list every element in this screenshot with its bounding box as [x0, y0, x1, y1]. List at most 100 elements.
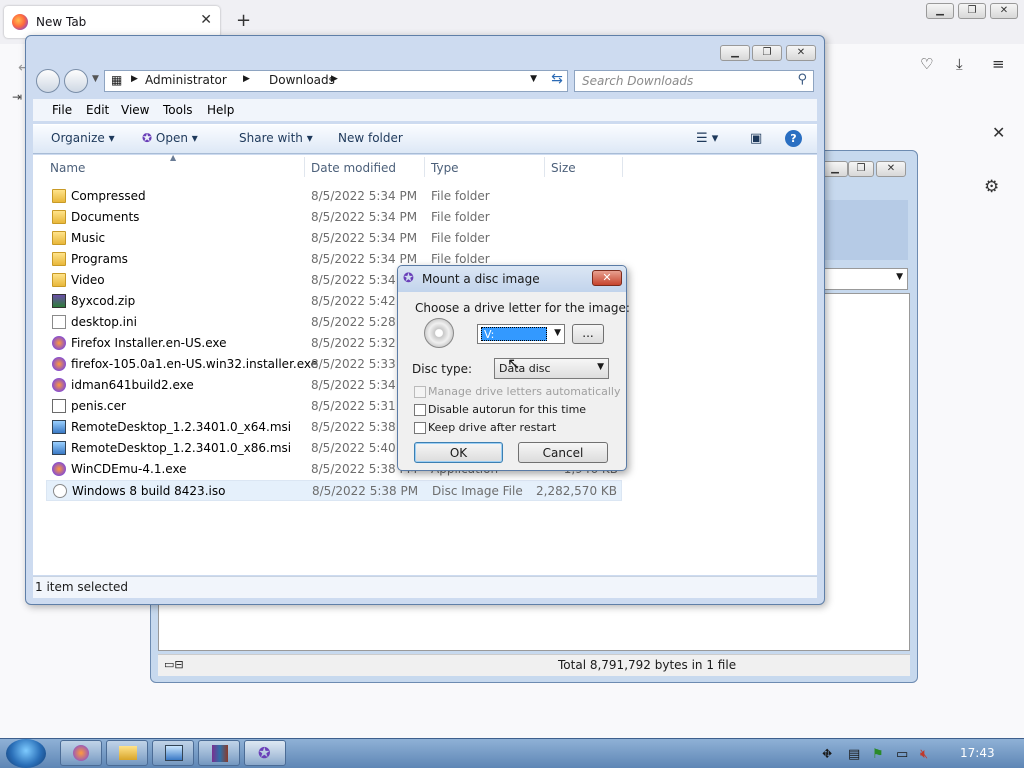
cer-icon: [52, 399, 66, 413]
win2-status-total: Total 8,791,792 bytes in 1 file: [558, 658, 737, 672]
row-name: idman641build2.exe: [71, 378, 194, 392]
firefox-icon: [12, 14, 28, 30]
gear-icon[interactable]: ⚙: [984, 177, 999, 197]
view-options-icon[interactable]: ☰ ▾: [696, 131, 718, 146]
win2-maximize-button[interactable]: ❐: [848, 161, 874, 177]
new-tab-button[interactable]: +: [236, 10, 251, 31]
search-input[interactable]: Search Downloads: [582, 74, 693, 88]
win2-status-bar: ▭⊟ Total 8,791,792 bytes in 1 file: [158, 654, 910, 676]
ok-button[interactable]: OK: [414, 442, 503, 463]
menu-help[interactable]: Help: [207, 103, 234, 117]
pocket-icon[interactable]: ♡: [920, 55, 933, 73]
taskbar-wincdemu[interactable]: ✪: [244, 740, 286, 766]
taskbar-explorer[interactable]: [106, 740, 148, 766]
sign-in-icon[interactable]: ⇥: [12, 90, 22, 104]
downloads-icon[interactable]: ⤓: [956, 55, 963, 73]
maximize-button[interactable]: ❐: [958, 3, 986, 19]
wincdemu-icon: ✪: [403, 271, 414, 286]
table-row[interactable]: Documents 8/5/2022 5:34 PM File folder: [46, 207, 622, 228]
row-type: File folder: [431, 231, 490, 245]
chevron-down-icon[interactable]: ▼: [530, 74, 537, 84]
browser-tab[interactable]: New Tab ✕: [4, 6, 220, 38]
forward-button[interactable]: [64, 69, 88, 93]
network-icon[interactable]: ⛖: [822, 747, 832, 762]
breadcrumb-downloads[interactable]: Downloads: [269, 73, 335, 87]
row-name: Documents: [71, 210, 140, 224]
browse-button[interactable]: ...: [572, 324, 604, 344]
keep-drive-label: Keep drive after restart: [428, 421, 557, 434]
explorer-minimize-button[interactable]: ▁: [720, 45, 750, 61]
win2-dropdown[interactable]: ▼: [824, 268, 908, 290]
row-name: Windows 8 build 8423.iso: [72, 484, 226, 498]
monitor-tray-icon[interactable]: ▭: [896, 747, 908, 762]
msi-icon: [52, 420, 66, 434]
flag-icon[interactable]: ⚑: [872, 747, 884, 762]
doc-icon[interactable]: ▤: [848, 747, 860, 762]
share-with-button[interactable]: Share with ▾: [239, 131, 313, 145]
start-button[interactable]: [6, 739, 46, 768]
close-icon[interactable]: ✕: [992, 123, 1005, 142]
mouse-cursor: ↖: [507, 354, 521, 373]
status-text: 1 item selected: [35, 580, 129, 594]
disable-autorun-label: Disable autorun for this time: [428, 403, 587, 416]
organize-button[interactable]: Organize ▾: [51, 131, 115, 145]
volume-muted-icon[interactable]: 🔇︎: [920, 747, 928, 762]
row-date: 8/5/2022 5:34 PM: [311, 189, 418, 203]
taskbar-remote-desktop[interactable]: [152, 740, 194, 766]
tab-close-icon[interactable]: ✕: [200, 12, 212, 28]
close-button[interactable]: ✕: [990, 3, 1018, 19]
search-icon[interactable]: ⚲: [797, 72, 807, 87]
keep-drive-checkbox[interactable]: [414, 422, 426, 434]
row-name: 8yxcod.zip: [71, 294, 136, 308]
column-name[interactable]: Name: [50, 161, 85, 175]
row-name: RemoteDesktop_1.2.3401.0_x86.msi: [71, 441, 292, 455]
manage-letters-checkbox[interactable]: [414, 386, 426, 398]
help-icon[interactable]: ?: [785, 130, 802, 147]
row-name: WinCDEmu-4.1.exe: [71, 462, 187, 476]
recent-pages-icon[interactable]: ▼: [92, 74, 99, 84]
wincdemu-icon: ✪: [142, 131, 153, 145]
table-row[interactable]: Music 8/5/2022 5:34 PM File folder: [46, 228, 622, 249]
preview-pane-icon[interactable]: ▣: [750, 131, 762, 146]
table-row[interactable]: Windows 8 build 8423.iso 8/5/2022 5:38 PM…: [46, 480, 622, 501]
win2-minimize-button[interactable]: ▁: [822, 161, 848, 177]
explorer-maximize-button[interactable]: ❐: [752, 45, 782, 61]
menu-file[interactable]: File: [52, 103, 72, 117]
column-size[interactable]: Size: [551, 161, 576, 175]
row-name: Programs: [71, 252, 128, 266]
address-bar[interactable]: ▦ ▶ Administrator ▶ Downloads ▶ ▼: [104, 70, 568, 92]
column-date-modified[interactable]: Date modified: [311, 161, 396, 175]
ini-icon: [52, 315, 66, 329]
breadcrumb-administrator[interactable]: Administrator: [145, 73, 227, 87]
refresh-icon[interactable]: ⇆: [546, 71, 568, 91]
disable-autorun-checkbox[interactable]: [414, 404, 426, 416]
back-button[interactable]: [36, 69, 60, 93]
archive-icon: [212, 745, 228, 762]
search-box[interactable]: Search Downloads ⚲: [574, 70, 814, 92]
row-date: 8/5/2022 5:38 PM: [312, 484, 419, 498]
new-folder-button[interactable]: New folder: [338, 131, 403, 145]
exe-icon: [52, 462, 66, 476]
menu-tools[interactable]: Tools: [163, 103, 193, 117]
taskbar-winrar[interactable]: [198, 740, 240, 766]
clock[interactable]: 17:43: [960, 746, 995, 760]
menu-edit[interactable]: Edit: [86, 103, 109, 117]
chevron-down-icon: ▼: [597, 362, 604, 372]
drive-letter-select[interactable]: V: ▼: [477, 324, 565, 344]
open-button[interactable]: ✪ Open ▾: [142, 131, 198, 145]
row-name: Compressed: [71, 189, 146, 203]
table-row[interactable]: Compressed 8/5/2022 5:34 PM File folder: [46, 186, 622, 207]
menu-bar: [33, 99, 817, 121]
taskbar-firefox[interactable]: [60, 740, 102, 766]
sort-ascending-icon: ▲: [170, 153, 177, 162]
row-type: File folder: [431, 210, 490, 224]
column-type[interactable]: Type: [431, 161, 459, 175]
menu-view[interactable]: View: [121, 103, 149, 117]
win2-close-button[interactable]: ✕: [876, 161, 906, 177]
dialog-close-button[interactable]: ✕: [592, 270, 622, 286]
cancel-button[interactable]: Cancel: [518, 442, 608, 463]
minimize-button[interactable]: ▁: [926, 3, 954, 19]
drive-icon: ▭⊟: [164, 658, 184, 671]
explorer-close-button[interactable]: ✕: [786, 45, 816, 61]
menu-icon[interactable]: ≡: [992, 55, 1005, 73]
